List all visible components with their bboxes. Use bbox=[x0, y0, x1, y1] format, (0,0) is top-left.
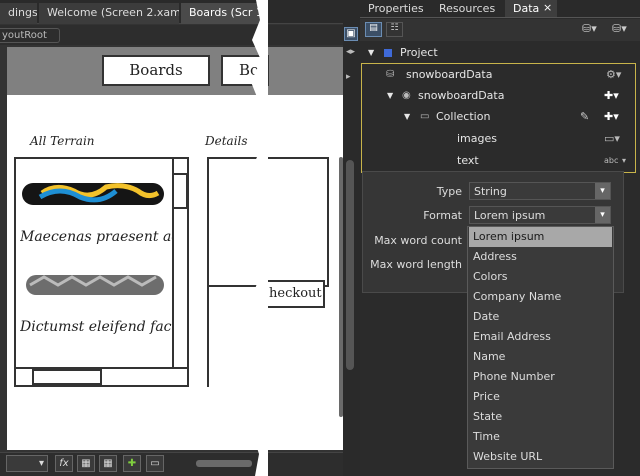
format-select-value: Lorem ipsum bbox=[474, 209, 546, 222]
string-type-icon[interactable]: abc bbox=[604, 150, 618, 172]
snap-grid-icon: ▦ bbox=[103, 458, 113, 469]
list-mode-button[interactable]: ▤ bbox=[365, 22, 382, 37]
edit-values-icon[interactable]: ✎ bbox=[580, 106, 589, 128]
tab-welcome-screen[interactable]: Welcome (Screen 2.xaml) bbox=[39, 3, 179, 24]
tree-row-images[interactable]: images ▭▾ bbox=[360, 128, 636, 150]
format-option[interactable]: Colors bbox=[469, 267, 612, 287]
nav-boards-button[interactable]: Boards bbox=[102, 55, 210, 86]
checkout-button[interactable]: heckout bbox=[263, 280, 325, 308]
details-mode-icon: ☷ bbox=[390, 23, 399, 33]
tree-row-collection[interactable]: ▼ ▭ Collection ✎ ✚▾ bbox=[360, 106, 636, 128]
text-label: text bbox=[457, 154, 479, 167]
chevron-down-icon-2: ▾ bbox=[595, 207, 610, 223]
details-label: Details bbox=[205, 134, 248, 148]
list-hscroll-thumb[interactable] bbox=[32, 369, 102, 385]
type-select[interactable]: String ▾ bbox=[469, 182, 611, 200]
format-option[interactable]: Lorem ipsum bbox=[469, 227, 612, 247]
panel-toggle-icon: ▣ bbox=[346, 28, 356, 39]
details-panel bbox=[207, 157, 329, 287]
format-label: Format bbox=[423, 209, 462, 222]
tab-bindings[interactable]: dings bbox=[0, 3, 37, 24]
artboard-pane: dings Welcome (Screen 2.xaml) Boards (Sc… bbox=[0, 0, 343, 476]
panel-toggle-button[interactable]: ▣ bbox=[344, 27, 358, 41]
add-datastore-icon[interactable]: ⛁▾ bbox=[582, 22, 597, 35]
format-option[interactable]: Email Address bbox=[469, 327, 612, 347]
canvas-hscroll-thumb[interactable] bbox=[196, 460, 252, 467]
format-option[interactable]: Name bbox=[469, 347, 612, 367]
pin-icon[interactable]: ▸ bbox=[346, 72, 351, 82]
expand-arrow-icon-3[interactable]: ▼ bbox=[404, 106, 410, 128]
snap-grid-toggle[interactable]: ▦ bbox=[99, 455, 117, 472]
format-option[interactable]: Price bbox=[469, 387, 612, 407]
snap-lines-toggle[interactable]: ✚ bbox=[123, 455, 141, 472]
tree-row-text[interactable]: text abc ▾ bbox=[360, 150, 636, 172]
format-option[interactable]: Website URL bbox=[469, 447, 612, 467]
type-label: Type bbox=[436, 185, 462, 198]
format-option[interactable]: Company Name bbox=[469, 287, 612, 307]
images-label: images bbox=[457, 132, 497, 145]
breadcrumb-layoutroot[interactable]: youtRoot bbox=[0, 28, 60, 43]
project-icon bbox=[384, 49, 392, 57]
string-type-caret[interactable]: ▾ bbox=[622, 150, 626, 172]
zoom-dropdown[interactable]: ▾ bbox=[6, 455, 48, 472]
effects-toggle[interactable]: fx bbox=[55, 455, 73, 472]
add-collection-property-icon[interactable]: ✚▾ bbox=[604, 106, 619, 128]
database-icon: ⛁ bbox=[386, 69, 395, 80]
tree-row-datasource[interactable]: ⛁ snowboardData ⚙▾ bbox=[360, 64, 636, 86]
tab-data-label: Data bbox=[513, 2, 540, 15]
project-label: Project bbox=[400, 46, 438, 59]
datasource-label: snowboardData bbox=[406, 68, 493, 81]
format-option[interactable]: Phone Number bbox=[469, 367, 612, 387]
tree-row-dataset[interactable]: ▼ ◉ snowboardData ✚▾ bbox=[360, 85, 636, 107]
list-item-text-2[interactable]: Dictumst eleifend facil bbox=[20, 319, 172, 335]
format-option[interactable]: State bbox=[469, 407, 612, 427]
dataset-label: snowboardData bbox=[418, 89, 505, 102]
close-tab-icon[interactable]: × bbox=[543, 1, 552, 14]
collection-label: Collection bbox=[436, 110, 491, 123]
expand-arrow-icon[interactable]: ▼ bbox=[368, 42, 374, 64]
image-type-icon[interactable]: ▭▾ bbox=[604, 128, 620, 150]
tree-row-project[interactable]: ▼ Project bbox=[360, 42, 636, 64]
add-datasource-icon[interactable]: ⛁▾ bbox=[612, 22, 627, 35]
datasource-options-icon[interactable]: ⚙▾ bbox=[606, 64, 621, 86]
snowboard-image-1 bbox=[22, 183, 164, 205]
format-option[interactable]: Address bbox=[469, 247, 612, 267]
board-listbox[interactable]: Maecenas praesent acc Dictumst eleifend … bbox=[14, 157, 189, 387]
format-option[interactable]: Date bbox=[469, 307, 612, 327]
details-mode-button[interactable]: ☷ bbox=[386, 22, 403, 37]
expand-arrow-icon-2[interactable]: ▼ bbox=[387, 85, 393, 107]
all-terrain-label: All Terrain bbox=[30, 134, 95, 148]
format-option[interactable]: Time bbox=[469, 427, 612, 447]
snap-lines-icon: ✚ bbox=[127, 458, 137, 469]
max-word-count-label: Max word count bbox=[374, 234, 462, 247]
collapse-arrows-icon[interactable]: ◂▸ bbox=[346, 47, 355, 57]
snowboard-image-2 bbox=[26, 275, 164, 295]
chevron-down-icon: ▾ bbox=[595, 183, 610, 199]
annotations-toggle[interactable]: ▭ bbox=[146, 455, 164, 472]
grid-icon: ▦ bbox=[81, 458, 91, 469]
tab-resources[interactable]: Resources bbox=[431, 0, 503, 17]
grid-toggle[interactable]: ▦ bbox=[77, 455, 95, 472]
add-property-icon[interactable]: ✚▾ bbox=[604, 85, 619, 107]
annotation-icon: ▭ bbox=[150, 458, 160, 469]
list-item-text-1[interactable]: Maecenas praesent acc bbox=[20, 229, 172, 245]
tab-properties[interactable]: Properties bbox=[360, 0, 432, 17]
max-word-length-label: Max word length bbox=[370, 258, 462, 271]
torn-edge-divider bbox=[251, 0, 268, 476]
sketchflow-artboard[interactable]: Boards Boo All Terrain Details Maecenas … bbox=[7, 47, 343, 450]
list-mode-icon: ▤ bbox=[369, 23, 378, 33]
collection-icon: ▭ bbox=[420, 111, 430, 122]
list-vscroll-thumb[interactable] bbox=[172, 173, 188, 209]
gutter-scroll-thumb[interactable] bbox=[346, 160, 354, 370]
type-select-value: String bbox=[474, 185, 507, 198]
tab-data[interactable]: Data × bbox=[505, 0, 557, 17]
dataset-icon: ◉ bbox=[402, 90, 411, 101]
format-select[interactable]: Lorem ipsum ▾ bbox=[469, 206, 611, 224]
details-panel-edge bbox=[207, 287, 209, 387]
